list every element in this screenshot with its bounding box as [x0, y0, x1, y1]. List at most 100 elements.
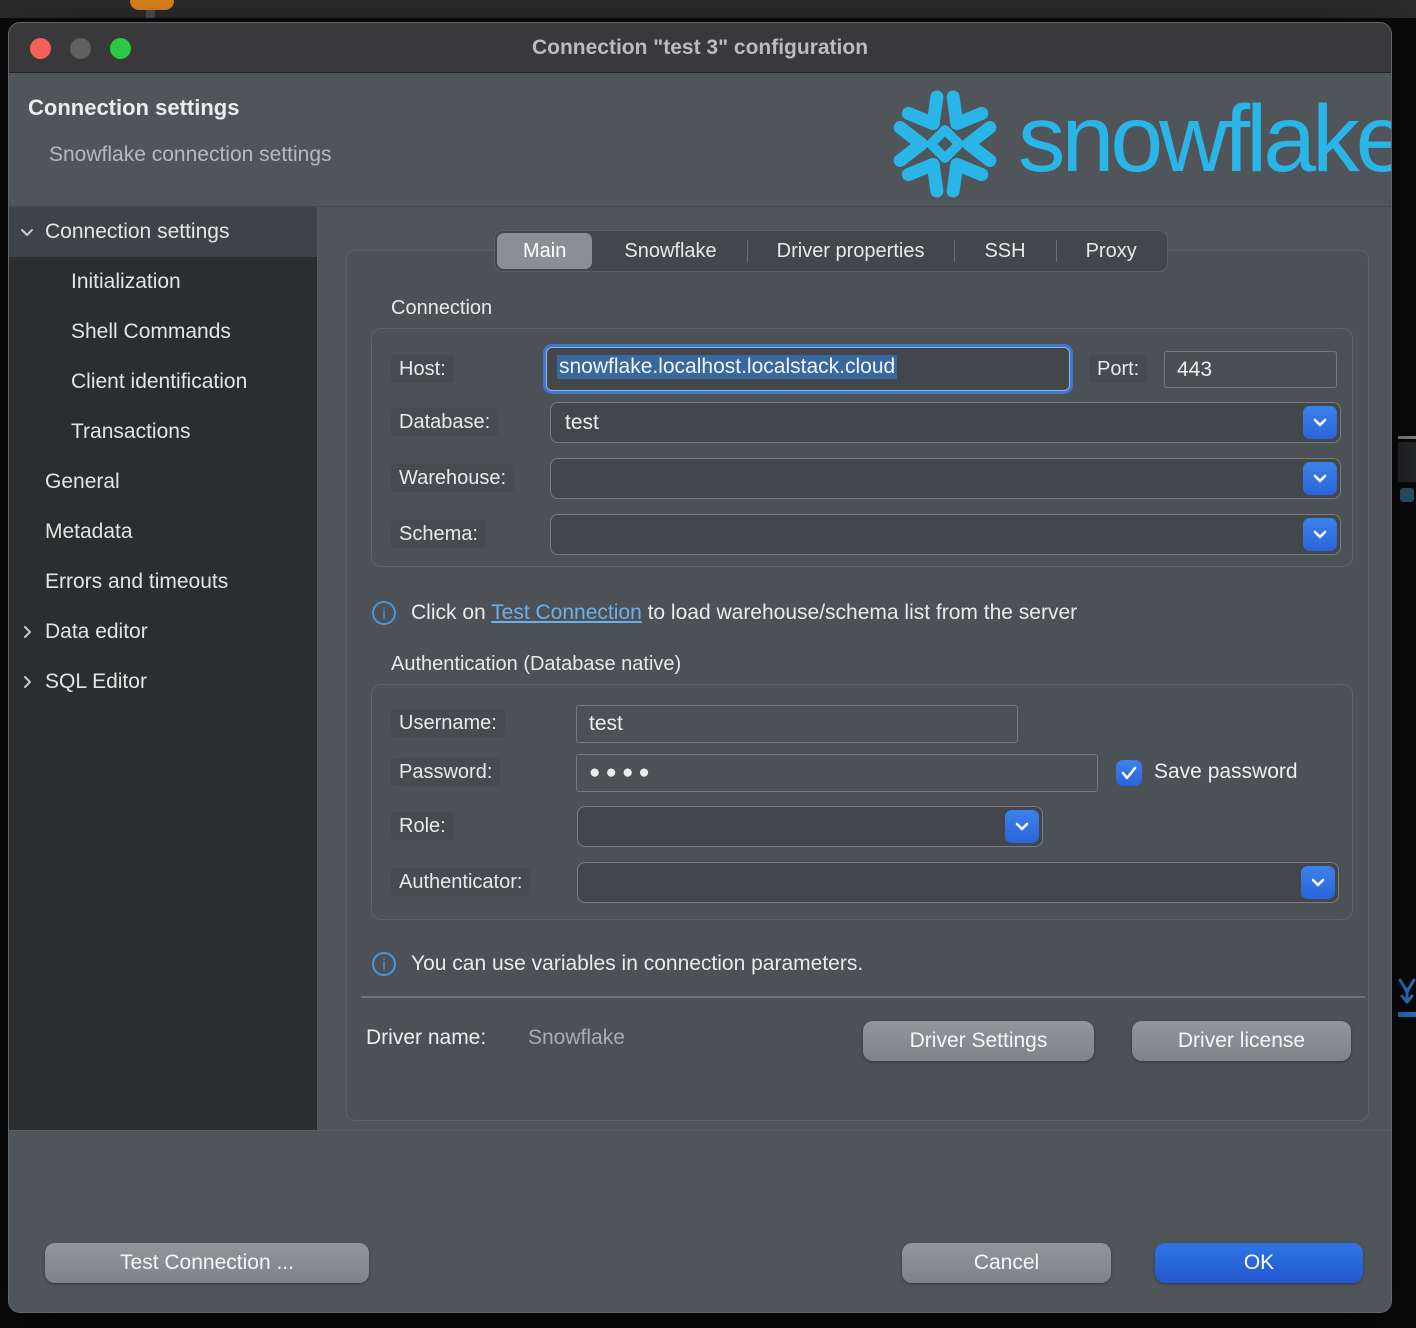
background-fragment-glyph: [1400, 488, 1414, 502]
tree-item-label: Initialization: [71, 270, 181, 294]
tab-main[interactable]: Main: [497, 233, 592, 269]
page-subtitle: Snowflake connection settings: [49, 143, 332, 167]
driver-settings-button[interactable]: Driver Settings: [863, 1021, 1094, 1061]
test-connection-button[interactable]: Test Connection ...: [45, 1243, 369, 1283]
driver-license-button[interactable]: Driver license: [1132, 1021, 1351, 1061]
settings-tree: Connection settings Initialization Shell…: [9, 207, 318, 1131]
ok-button[interactable]: OK: [1155, 1243, 1363, 1283]
minimize-window-button[interactable]: [70, 38, 91, 59]
tree-item-label: Shell Commands: [71, 320, 231, 344]
test-connection-link[interactable]: Test Connection: [491, 601, 642, 624]
database-combo-dropdown-button[interactable]: [1303, 406, 1337, 439]
tree-item-data-editor[interactable]: Data editor: [9, 607, 317, 657]
tree-item-sql-editor[interactable]: SQL Editor: [9, 657, 317, 707]
test-connection-hint: i Click on Test Connection to load wareh…: [371, 591, 1077, 635]
tree-item-transactions[interactable]: Transactions: [9, 407, 317, 457]
svg-text:i: i: [382, 957, 386, 974]
schema-combo[interactable]: [550, 514, 1341, 555]
window-title: Connection "test 3" configuration: [9, 23, 1391, 73]
checkmark-icon: [1121, 766, 1137, 780]
host-label: Host:: [391, 355, 454, 383]
driver-name-value: Snowflake: [528, 1026, 625, 1050]
cancel-button[interactable]: Cancel: [902, 1243, 1111, 1283]
port-value: 443: [1165, 352, 1336, 387]
chevron-right-icon[interactable]: [19, 674, 35, 690]
chevron-right-icon[interactable]: [19, 624, 35, 640]
tree-item-initialization[interactable]: Initialization: [9, 257, 317, 307]
tab-ssh[interactable]: SSH: [954, 231, 1055, 271]
username-input[interactable]: test: [576, 705, 1018, 743]
tree-item-shell-commands[interactable]: Shell Commands: [9, 307, 317, 357]
save-password-label: Save password: [1154, 760, 1298, 784]
password-masked-value: ●●●●: [577, 755, 1097, 791]
authenticator-combo-dropdown-button[interactable]: [1301, 866, 1335, 899]
schema-label: Schema:: [391, 520, 486, 548]
branch-arrow-icon: [1398, 978, 1416, 1008]
page-title: Connection settings: [28, 95, 239, 121]
zoom-window-button[interactable]: [110, 38, 131, 59]
background-fragment-panel: [1398, 442, 1416, 482]
tree-item-label: Errors and timeouts: [45, 570, 228, 594]
tree-item-label: SQL Editor: [45, 670, 147, 694]
warehouse-combo-dropdown-button[interactable]: [1303, 462, 1337, 495]
background-fragment-bar: [1398, 1012, 1416, 1017]
save-password-checkbox[interactable]: [1116, 760, 1142, 786]
warehouse-combo[interactable]: [550, 458, 1341, 499]
tree-item-connection-settings[interactable]: Connection settings: [9, 207, 317, 257]
background-app-icon: [130, 0, 174, 10]
port-label: Port:: [1089, 355, 1147, 383]
chevron-down-icon: [1313, 530, 1327, 540]
password-label: Password:: [391, 758, 500, 786]
username-label: Username:: [391, 709, 505, 737]
database-label: Database:: [391, 408, 498, 436]
chevron-down-icon: [1313, 474, 1327, 484]
variables-hint: i You can use variables in connection pa…: [371, 942, 863, 986]
warehouse-label: Warehouse:: [391, 464, 514, 492]
tree-item-label: Transactions: [71, 420, 190, 444]
database-combo[interactable]: test: [550, 402, 1341, 443]
info-icon: i: [371, 600, 397, 626]
chevron-down-icon: [1311, 878, 1325, 888]
background-fragment-line: [1398, 436, 1416, 439]
host-input[interactable]: snowflake.localhost.localstack.cloud: [546, 347, 1070, 391]
chevron-down-icon: [1015, 822, 1029, 832]
snowflake-wordmark: snowflake: [1018, 85, 1392, 194]
authentication-group-title: Authentication (Database native): [391, 653, 681, 676]
username-value: test: [577, 706, 1017, 742]
password-input[interactable]: ●●●●: [576, 754, 1098, 792]
tree-item-label: Client identification: [71, 370, 247, 394]
host-value: snowflake.localhost.localstack.cloud: [557, 355, 897, 379]
tab-snowflake[interactable]: Snowflake: [594, 231, 746, 271]
tab-bar: Main Snowflake Driver properties SSH Pro…: [494, 230, 1168, 272]
schema-combo-dropdown-button[interactable]: [1303, 518, 1337, 551]
background-app-strip: [0, 0, 1416, 18]
driver-name-label: Driver name:: [366, 1026, 486, 1050]
tree-item-general[interactable]: General: [9, 457, 317, 507]
tree-item-metadata[interactable]: Metadata: [9, 507, 317, 557]
snowflake-logo-icon: [886, 85, 1004, 203]
hint-text: You can use variables in connection para…: [411, 952, 863, 976]
tab-driver-properties[interactable]: Driver properties: [747, 231, 955, 271]
hint-text: Click on Test Connection to load warehou…: [411, 601, 1077, 625]
chevron-down-icon: [1313, 418, 1327, 428]
info-icon: i: [371, 951, 397, 977]
svg-text:i: i: [382, 606, 386, 623]
role-combo[interactable]: [577, 806, 1043, 847]
authenticator-label: Authenticator:: [391, 868, 530, 896]
authenticator-combo[interactable]: [577, 862, 1339, 903]
driver-section-divider: [361, 996, 1365, 998]
tree-item-label: General: [45, 470, 120, 494]
chevron-down-icon[interactable]: [19, 224, 35, 240]
dialog-header: Connection settings Snowflake connection…: [9, 73, 1391, 206]
titlebar[interactable]: Connection "test 3" configuration: [9, 23, 1391, 73]
tree-item-label: Metadata: [45, 520, 133, 544]
tree-item-label: Data editor: [45, 620, 148, 644]
port-input[interactable]: 443: [1164, 351, 1337, 388]
tab-proxy[interactable]: Proxy: [1056, 231, 1167, 271]
desktop-background: Connection "test 3" configuration Connec…: [0, 0, 1416, 1328]
role-combo-dropdown-button[interactable]: [1005, 810, 1039, 843]
close-window-button[interactable]: [30, 38, 51, 59]
tree-item-client-identification[interactable]: Client identification: [9, 357, 317, 407]
tree-item-errors-and-timeouts[interactable]: Errors and timeouts: [9, 557, 317, 607]
role-label: Role:: [391, 812, 454, 840]
